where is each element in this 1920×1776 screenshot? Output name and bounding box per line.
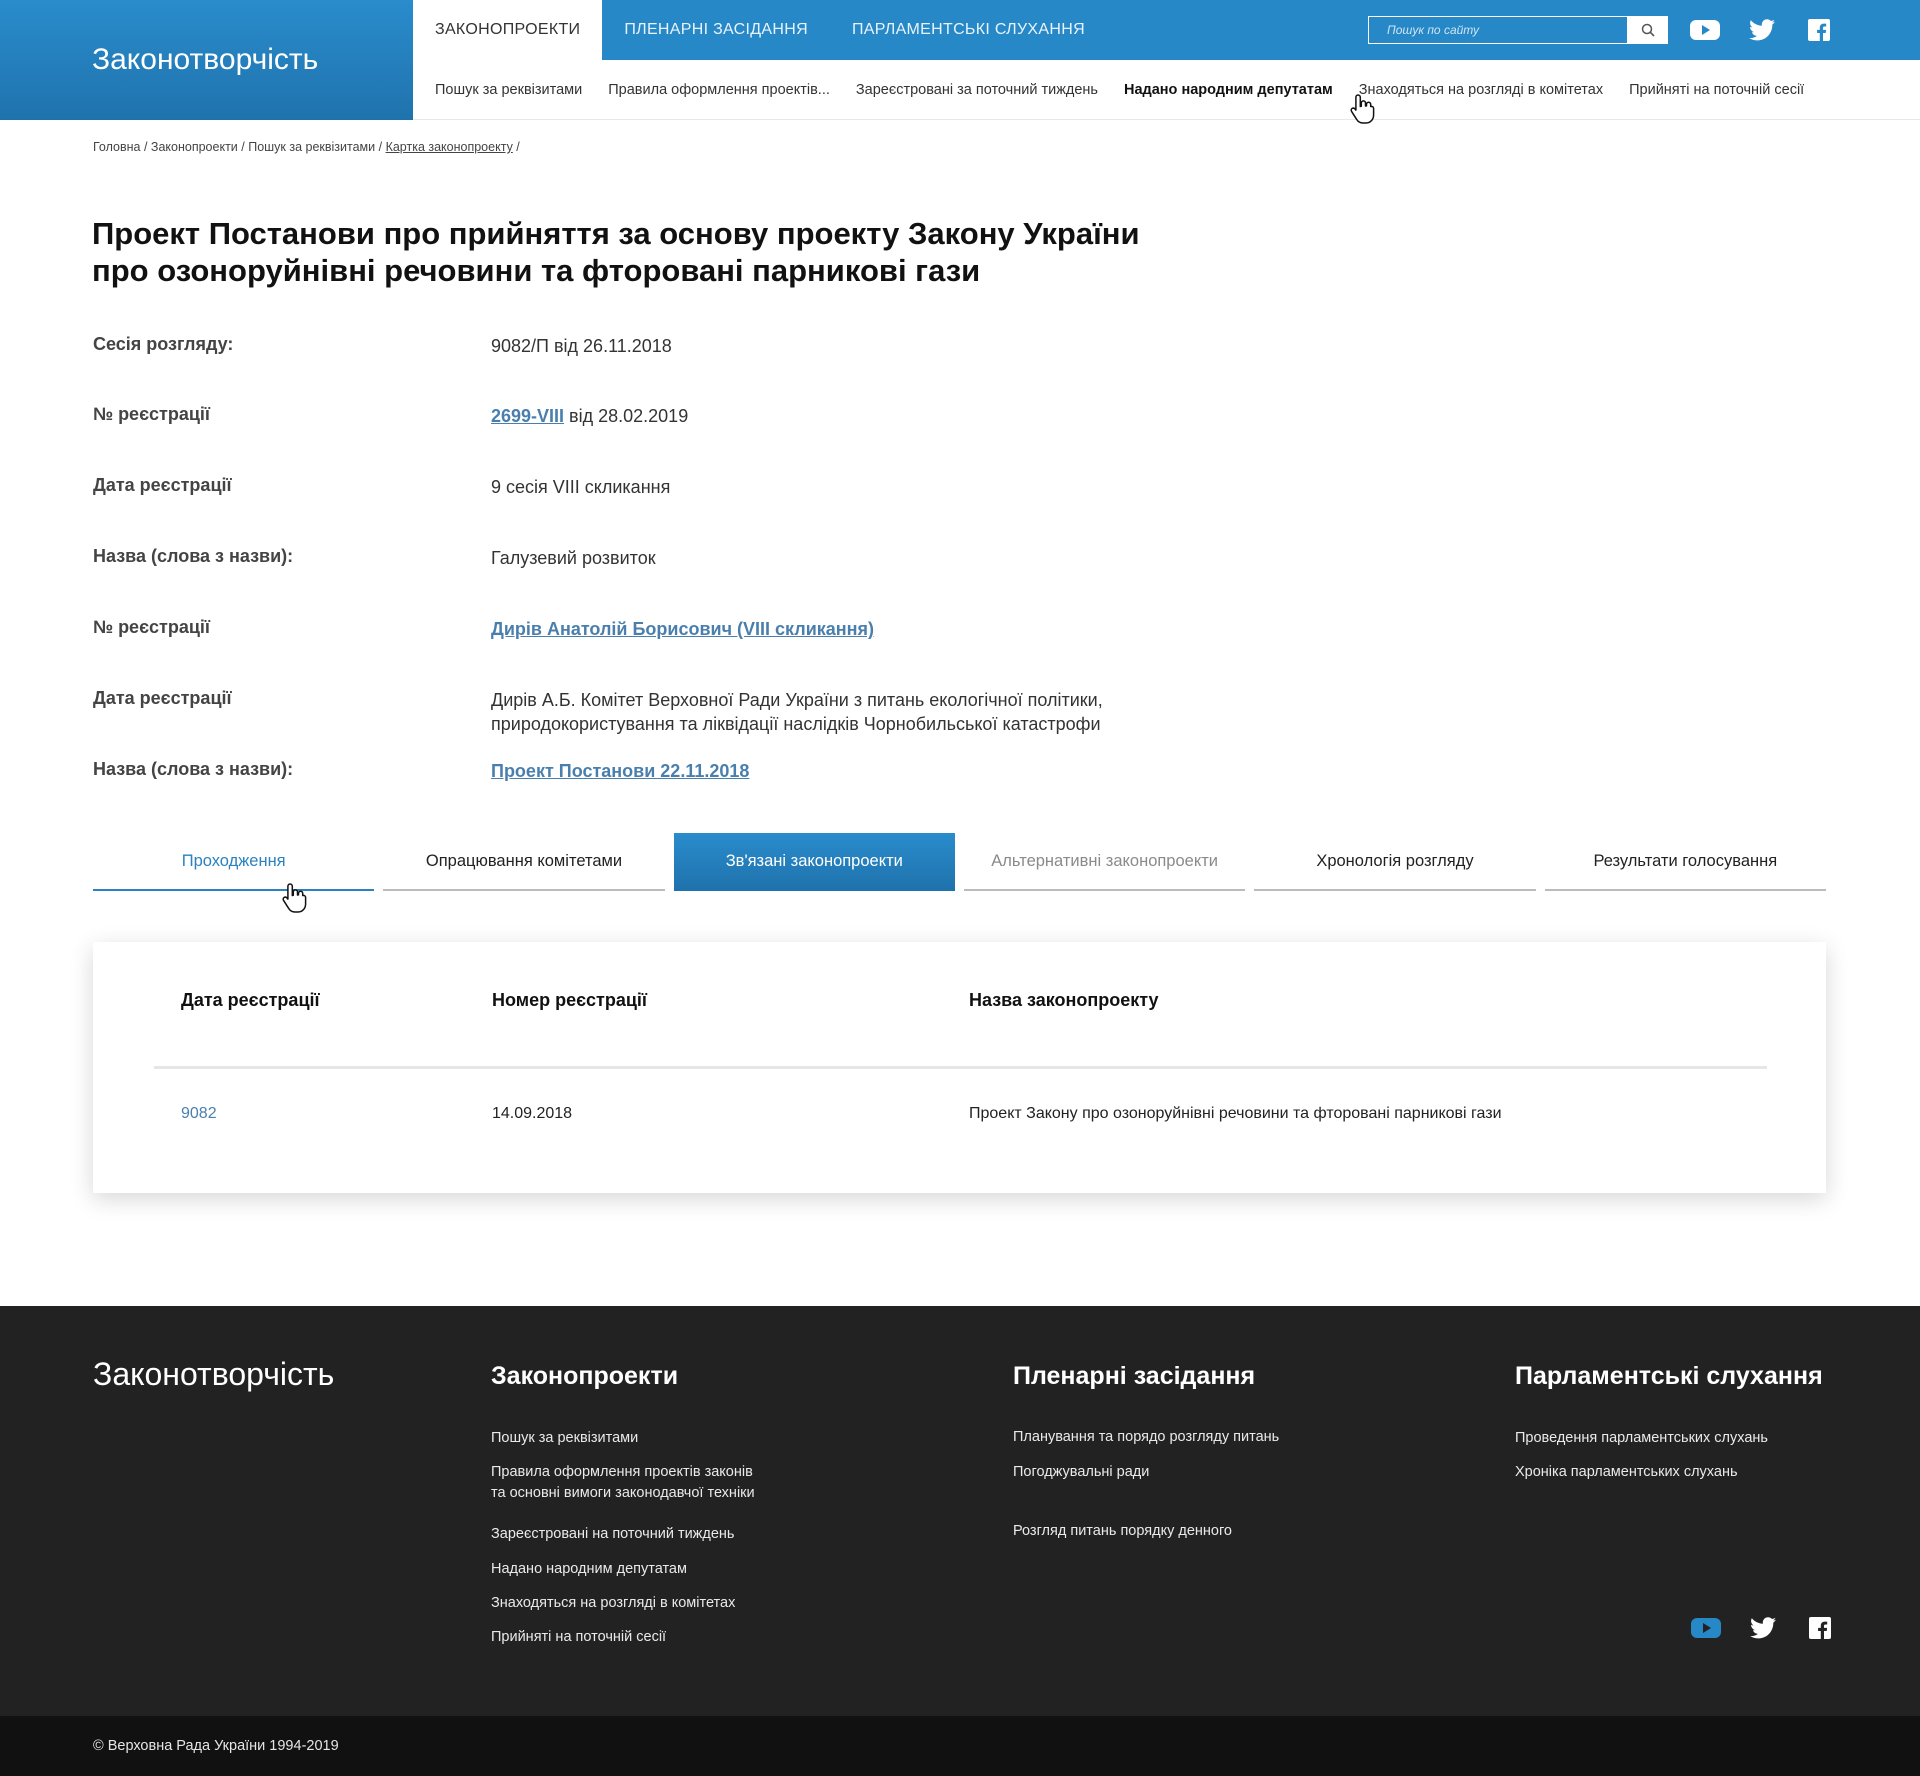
subnav-search-by-details[interactable]: Пошук за реквізитами xyxy=(435,82,582,98)
breadcrumb: Головна / Законопроекти / Пошук за рекві… xyxy=(93,140,520,154)
detail-value: 9 сесія VIII скликання xyxy=(491,477,671,497)
registration-number-link[interactable]: 2699-VIII xyxy=(491,406,564,426)
column-header: Назва законопроекту xyxy=(969,990,1159,1010)
detail-value: Дирів А.Б. Комітет Верховної Ради Україн… xyxy=(491,688,1231,736)
footer-logo[interactable]: Законотворчість xyxy=(93,1356,334,1393)
breadcrumb-search[interactable]: Пошук за реквізитами xyxy=(248,140,375,154)
social-links-footer xyxy=(1691,1616,1835,1640)
site-logo[interactable]: Законотворчість xyxy=(0,0,413,120)
tab-related-bills[interactable]: Зв'язані законопроекти xyxy=(673,833,955,891)
footer-link[interactable]: Надано народним депутатам xyxy=(491,1559,687,1580)
footer-link[interactable]: Проведення парламентських слухань xyxy=(1515,1428,1768,1449)
detail-label: № реєстрації xyxy=(93,617,210,637)
sub-nav: Пошук за реквізитами Правила оформлення … xyxy=(413,60,1920,120)
footer-link[interactable]: Розгляд питань порядку денного xyxy=(1013,1521,1232,1542)
detail-label: Назва (слова з назви): xyxy=(93,759,294,779)
footer-column-title: Законопроекти xyxy=(491,1362,679,1390)
bill-number-link[interactable]: 9082 xyxy=(181,1105,217,1122)
footer-column-hearings: Парламентські слухання Проведення парлам… xyxy=(1515,1362,1823,1480)
hand-cursor-icon xyxy=(1350,94,1375,124)
committee-line2: природокористування та ліквідації наслід… xyxy=(491,714,1101,734)
youtube-icon[interactable] xyxy=(1690,18,1720,42)
search-box xyxy=(1368,16,1668,44)
footer-column-title: Парламентські слухання xyxy=(1515,1362,1823,1390)
top-bar: Законопроекти Пленарні засідання Парламе… xyxy=(413,0,1920,60)
table-cell: 9082 xyxy=(181,1105,217,1123)
bill-tabs: Проходження Опрацювання комітетами Зв'яз… xyxy=(93,833,1826,891)
search-icon xyxy=(1641,23,1655,37)
detail-value: 2699-VIII від 28.02.2019 xyxy=(491,404,1231,428)
breadcrumb-separator: / xyxy=(237,140,249,154)
footer-column-bills: Законопроекти Пошук за реквізитами Прави… xyxy=(491,1362,755,1645)
breadcrumb-home[interactable]: Головна xyxy=(93,140,141,154)
site-header: Законотворчість Законопроекти Пленарні з… xyxy=(0,0,1920,120)
table-cell: Проект Закону про озоноруйнівні речовини… xyxy=(969,1105,1502,1122)
column-header: Номер реєстрації xyxy=(492,990,647,1010)
detail-label: Назва (слова з назви): xyxy=(93,546,294,566)
top-tab-plenary[interactable]: Пленарні засідання xyxy=(602,0,830,60)
facebook-icon[interactable] xyxy=(1805,1616,1835,1640)
subnav-registered-this-week[interactable]: Зареєстровані за поточний тиждень xyxy=(856,82,1098,98)
hand-cursor-icon xyxy=(282,883,307,913)
page-title-line2: про озоноруйнівні речовини та фторовані … xyxy=(92,253,981,288)
column-header: Дата реєстрації xyxy=(181,990,320,1010)
subnav-drafting-rules[interactable]: Правила оформлення проектів... xyxy=(608,82,830,98)
subnav-in-committees[interactable]: Знаходяться на розгляді в комітетах xyxy=(1359,82,1603,98)
detail-label: Дата реєстрації xyxy=(93,688,232,708)
detail-label: Дата реєстрації xyxy=(93,475,232,495)
footer-link[interactable]: Погоджувальні ради xyxy=(1013,1462,1149,1483)
top-nav: Законопроекти Пленарні засідання Парламе… xyxy=(413,0,1107,60)
footer-column-title: Пленарні засідання xyxy=(1013,1362,1256,1390)
copyright-bar: © Верховна Рада України 1994-2019 xyxy=(0,1716,1920,1776)
tab-passage[interactable]: Проходження xyxy=(93,833,375,891)
footer-link[interactable]: Прийняті на поточній сесії xyxy=(491,1627,666,1648)
subnav-adopted-this-session[interactable]: Прийняті на поточній сесії xyxy=(1629,82,1804,98)
facebook-icon[interactable] xyxy=(1804,18,1834,42)
related-bills-table: Дата реєстрації Номер реєстрації Назва з… xyxy=(93,942,1826,1193)
tab-committee-processing[interactable]: Опрацювання комітетами xyxy=(383,833,665,891)
detail-value: Дирів Анатолій Борисович (VIII скликання… xyxy=(491,617,1231,641)
tab-alternative-bills[interactable]: Альтернативні законопроекти xyxy=(963,833,1246,891)
detail-label: Сесія розгляду: xyxy=(93,334,234,354)
breadcrumb-separator: / xyxy=(140,140,151,154)
table-cell: 14.09.2018 xyxy=(492,1105,573,1122)
search-button[interactable] xyxy=(1628,16,1668,44)
page-title: Проект Постанови про прийняття за основу… xyxy=(92,215,1242,289)
table-divider xyxy=(154,1066,1767,1069)
footer-link[interactable]: Зареєстровані на поточний тиждень xyxy=(491,1524,734,1545)
tab-review-chronology[interactable]: Хронологія розгляду xyxy=(1254,833,1536,891)
footer-link[interactable]: Знаходяться на розгляді в комітетах xyxy=(491,1593,735,1614)
registration-date: від 28.02.2019 xyxy=(564,406,689,426)
search-input[interactable] xyxy=(1368,16,1628,44)
subnav-provided-to-deputies[interactable]: Надано народним депутатам xyxy=(1124,82,1333,98)
breadcrumb-separator: / xyxy=(512,140,520,154)
footer-link[interactable]: Планування та порядо розгляду питань xyxy=(1013,1427,1279,1448)
footer-link[interactable]: Хроніка парламентських слухань xyxy=(1515,1462,1738,1483)
author-link[interactable]: Дирів Анатолій Борисович (VIII скликання… xyxy=(491,619,874,639)
copyright-text: © Верховна Рада України 1994-2019 xyxy=(93,1738,339,1754)
detail-value: Проект Постанови 22.11.2018 xyxy=(491,759,1231,783)
breadcrumb-bills[interactable]: Законопроекти xyxy=(151,140,238,154)
resolution-draft-link[interactable]: Проект Постанови 22.11.2018 xyxy=(491,761,749,781)
breadcrumb-separator: / xyxy=(375,140,386,154)
breadcrumb-current[interactable]: Картка законопроекту xyxy=(386,140,513,154)
twitter-icon[interactable] xyxy=(1747,18,1777,42)
top-tab-bills[interactable]: Законопроекти xyxy=(413,0,603,60)
detail-label: № реєстрації xyxy=(93,404,210,424)
footer-link[interactable]: та основні вимоги законодавчої техніки xyxy=(491,1483,755,1504)
tab-voting-results[interactable]: Результати голосування xyxy=(1544,833,1826,891)
site-footer: Законотворчість Законопроекти Пошук за р… xyxy=(0,1306,1920,1716)
top-tab-hearings[interactable]: Парламентські слухання xyxy=(830,0,1107,60)
footer-link[interactable]: Правила оформлення проектів законів xyxy=(491,1462,753,1483)
footer-column-plenary: Пленарні засідання Планування та порядо … xyxy=(1013,1362,1279,1539)
footer-link[interactable]: Пошук за реквізитами xyxy=(491,1428,638,1449)
youtube-icon[interactable] xyxy=(1691,1616,1721,1640)
social-links-header xyxy=(1690,18,1834,42)
committee-line1: Дирів А.Б. Комітет Верховної Ради Україн… xyxy=(491,690,1103,710)
twitter-icon[interactable] xyxy=(1748,1616,1778,1640)
detail-value: 9082/П від 26.11.2018 xyxy=(491,336,672,356)
detail-value: Галузевий розвиток xyxy=(491,548,656,568)
page-title-line1: Проект Постанови про прийняття за основу… xyxy=(92,216,1140,251)
